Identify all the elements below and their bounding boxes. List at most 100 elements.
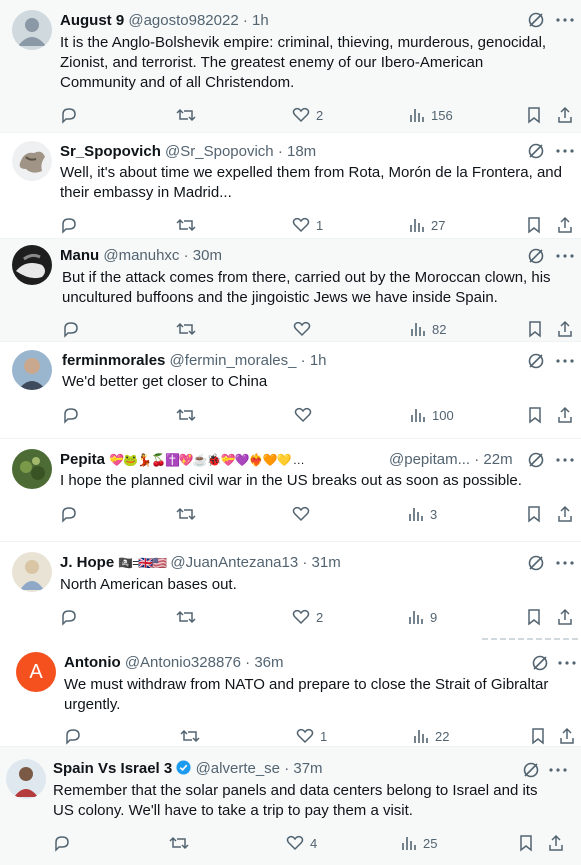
- author-handle[interactable]: @Antonio328876: [125, 654, 241, 671]
- grok-icon[interactable]: [522, 761, 540, 779]
- more-icon[interactable]: [556, 18, 574, 22]
- more-icon[interactable]: [558, 661, 576, 665]
- views-button[interactable]: 82: [410, 320, 446, 338]
- reply-button[interactable]: [53, 834, 77, 852]
- tweet[interactable]: August 9 @agosto982022 · 1h It is the An…: [0, 0, 581, 132]
- like-button[interactable]: [293, 320, 317, 338]
- share-icon[interactable]: [556, 106, 574, 124]
- avatar[interactable]: [12, 552, 52, 592]
- avatar[interactable]: [12, 141, 52, 181]
- share-icon[interactable]: [547, 834, 565, 852]
- bookmark-icon[interactable]: [526, 608, 542, 626]
- timestamp[interactable]: · 30m: [184, 247, 222, 264]
- more-icon[interactable]: [556, 458, 574, 462]
- author-handle[interactable]: @fermin_morales_: [170, 352, 297, 369]
- bookmark-icon[interactable]: [526, 106, 542, 124]
- author-name[interactable]: Spain Vs Israel 3: [53, 760, 172, 777]
- more-icon[interactable]: [549, 768, 567, 772]
- bookmark-icon[interactable]: [527, 320, 543, 338]
- share-icon[interactable]: [556, 608, 574, 626]
- reply-button[interactable]: [60, 505, 84, 523]
- bookmark-icon[interactable]: [526, 216, 542, 234]
- author-name[interactable]: Sr_Spopovich: [60, 143, 161, 160]
- grok-icon[interactable]: [527, 247, 545, 265]
- tweet[interactable]: Spain Vs Israel 3 @alverte_se · 37m Reme…: [0, 747, 581, 865]
- author-handle[interactable]: @manuhxc: [103, 247, 179, 264]
- timestamp[interactable]: · 31m: [302, 554, 340, 571]
- author-name[interactable]: ferminmorales: [62, 352, 165, 369]
- tweet[interactable]: ferminmorales @fermin_morales_ · 1h We'd…: [0, 342, 581, 438]
- timestamp[interactable]: · 18m: [278, 143, 316, 160]
- like-button[interactable]: 2: [292, 106, 323, 124]
- avatar[interactable]: [12, 10, 52, 50]
- reply-button[interactable]: [64, 727, 88, 745]
- bookmark-icon[interactable]: [526, 505, 542, 523]
- timestamp[interactable]: · 22m: [474, 451, 512, 468]
- grok-icon[interactable]: [527, 11, 545, 29]
- bookmark-icon[interactable]: [527, 406, 543, 424]
- tweet[interactable]: J. Hope 🏴‍☠️=🇬🇧🇺🇸 @JuanAntezana13 · 31m …: [0, 542, 581, 638]
- author-name[interactable]: Manu: [60, 247, 99, 264]
- tweet[interactable]: Sr_Spopovich @Sr_Spopovich · 18m Well, i…: [0, 133, 581, 238]
- repost-button[interactable]: [176, 505, 202, 523]
- reply-button[interactable]: [60, 216, 84, 234]
- views-button[interactable]: 3: [408, 505, 437, 523]
- more-icon[interactable]: [556, 254, 574, 258]
- author-name[interactable]: Antonio: [64, 654, 121, 671]
- author-handle[interactable]: @alverte_se: [196, 760, 280, 777]
- avatar[interactable]: [12, 449, 52, 489]
- like-button[interactable]: 1: [292, 216, 323, 234]
- tweet[interactable]: Pepita 💝🐸💃🍒✝️💖☕🐞💝💜❤️‍🔥🧡💛 … @pepitam... ·…: [0, 439, 581, 541]
- views-button[interactable]: 9: [408, 608, 437, 626]
- like-button[interactable]: [292, 505, 316, 523]
- timestamp[interactable]: · 1h: [243, 12, 269, 29]
- like-button[interactable]: 2: [292, 608, 323, 626]
- bookmark-icon[interactable]: [518, 834, 534, 852]
- grok-icon[interactable]: [527, 451, 545, 469]
- more-icon[interactable]: [556, 561, 574, 565]
- repost-button[interactable]: [169, 834, 195, 852]
- grok-icon[interactable]: [527, 554, 545, 572]
- author-handle[interactable]: @agosto982022: [128, 12, 238, 29]
- share-icon[interactable]: [556, 216, 574, 234]
- reply-button[interactable]: [60, 106, 84, 124]
- reply-button[interactable]: [62, 320, 86, 338]
- views-button[interactable]: 22: [413, 727, 449, 745]
- views-button[interactable]: 100: [410, 406, 454, 424]
- views-button[interactable]: 156: [409, 106, 453, 124]
- author-handle[interactable]: @JuanAntezana13: [170, 554, 298, 571]
- repost-button[interactable]: [176, 608, 202, 626]
- author-handle[interactable]: @pepitam...: [389, 451, 470, 468]
- reply-button[interactable]: [60, 608, 84, 626]
- tweet[interactable]: Manu @manuhxc · 30m But if the attack co…: [0, 239, 581, 341]
- share-icon[interactable]: [556, 505, 574, 523]
- views-button[interactable]: 27: [409, 216, 445, 234]
- grok-icon[interactable]: [531, 654, 549, 672]
- share-icon[interactable]: [558, 727, 576, 745]
- more-icon[interactable]: [556, 359, 574, 363]
- views-button[interactable]: 25: [401, 834, 437, 852]
- author-name[interactable]: Pepita: [60, 451, 105, 468]
- repost-button[interactable]: [180, 727, 206, 745]
- like-button[interactable]: 4: [286, 834, 317, 852]
- avatar[interactable]: A: [16, 652, 56, 692]
- avatar[interactable]: [12, 245, 52, 285]
- bookmark-icon[interactable]: [530, 727, 546, 745]
- repost-button[interactable]: [176, 106, 202, 124]
- tweet[interactable]: A Antonio @Antonio328876 · 36m We must w…: [0, 642, 581, 746]
- repost-button[interactable]: [176, 216, 202, 234]
- author-name[interactable]: J. Hope: [60, 554, 114, 571]
- timestamp[interactable]: · 1h: [301, 352, 327, 369]
- repost-button[interactable]: [176, 406, 202, 424]
- share-icon[interactable]: [556, 406, 574, 424]
- author-name[interactable]: August 9: [60, 12, 124, 29]
- timestamp[interactable]: · 36m: [245, 654, 283, 671]
- more-icon[interactable]: [556, 149, 574, 153]
- share-icon[interactable]: [556, 320, 574, 338]
- timestamp[interactable]: · 37m: [284, 760, 322, 777]
- avatar[interactable]: [6, 759, 46, 799]
- repost-button[interactable]: [176, 320, 202, 338]
- reply-button[interactable]: [62, 406, 86, 424]
- grok-icon[interactable]: [527, 352, 545, 370]
- like-button[interactable]: 1: [296, 727, 327, 745]
